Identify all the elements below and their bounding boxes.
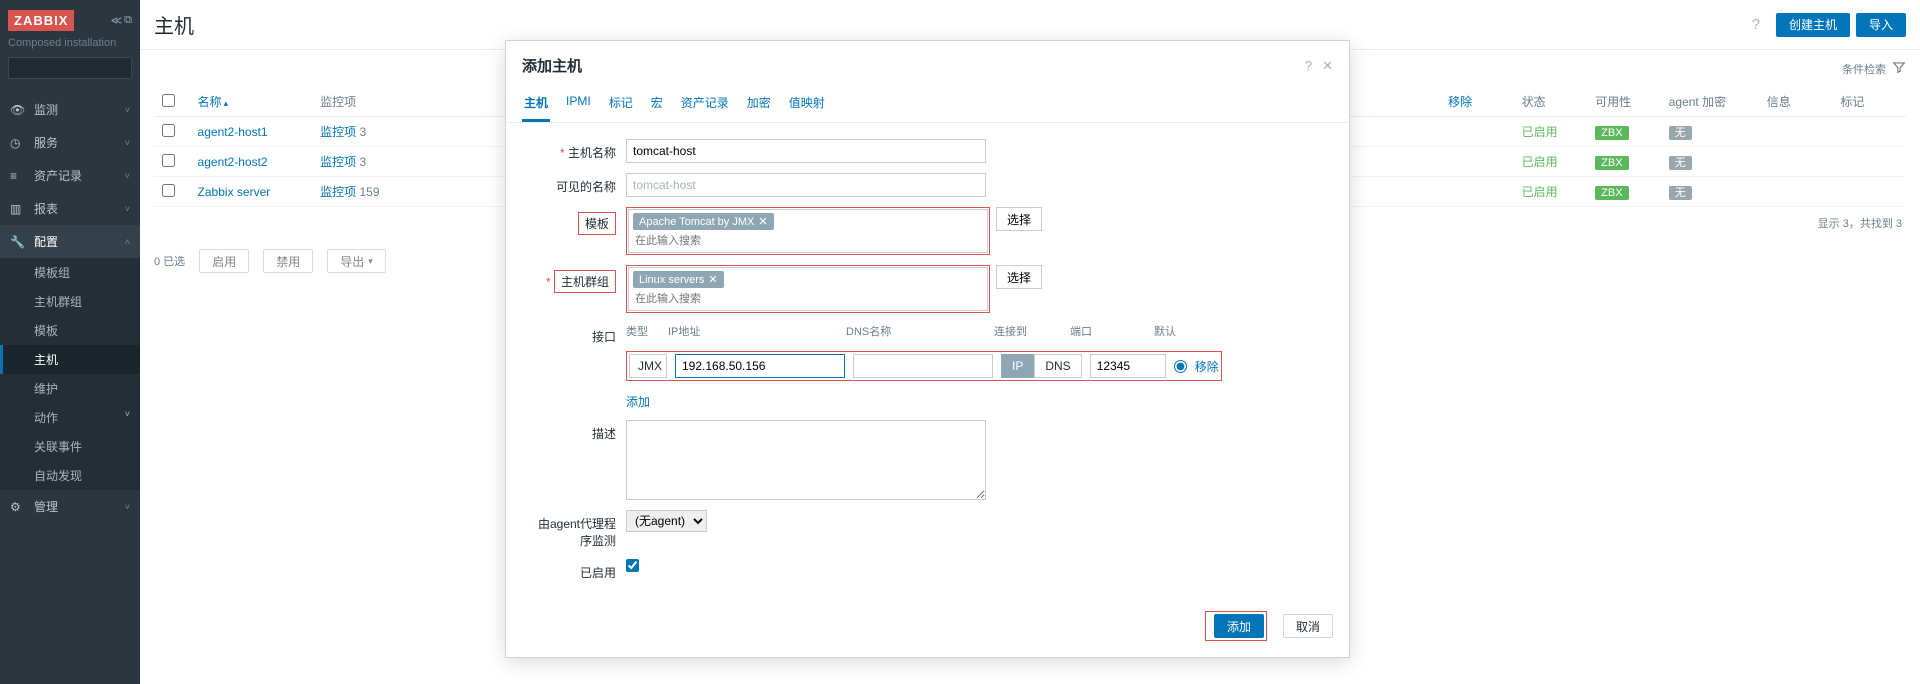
label-description: 描述 xyxy=(526,420,626,442)
chevron-icon: ˅ xyxy=(125,171,130,181)
chevron-icon: ˅ xyxy=(125,138,130,148)
sidebar-item-管理[interactable]: ⚙管理˅ xyxy=(0,490,140,523)
sidebar: ZABBIX ≪⧉ Composed installation 🔍 👁监测˅◷服… xyxy=(0,0,140,684)
sidebar-subitem-主机[interactable]: 主机 xyxy=(0,345,140,374)
select-template-button[interactable]: 选择 xyxy=(996,207,1042,231)
modal-title: 添加主机 xyxy=(522,55,582,76)
groups-search-input[interactable] xyxy=(633,291,983,307)
add-interface-link[interactable]: 添加 xyxy=(626,393,650,410)
modal-add-button[interactable]: 添加 xyxy=(1214,614,1264,638)
enabled-checkbox[interactable] xyxy=(626,559,639,572)
description-textarea[interactable] xyxy=(626,420,986,500)
visible-name-input[interactable] xyxy=(626,173,986,197)
template-tag: Apache Tomcat by JMX ✕ xyxy=(633,213,774,230)
tab-宏[interactable]: 宏 xyxy=(649,86,665,122)
sidebar-item-配置[interactable]: 🔧配置˄ xyxy=(0,225,140,258)
sidebar-subitem-维护[interactable]: 维护 xyxy=(0,374,140,403)
bar-icon: ▥ xyxy=(10,202,26,216)
modal-cancel-button[interactable]: 取消 xyxy=(1283,614,1333,638)
tab-加密[interactable]: 加密 xyxy=(745,86,773,122)
add-host-modal: 添加主机 ? ✕ 主机 IPMI 标记宏资产记录加密值映射 主机名称 可见的名称 xyxy=(505,40,1350,658)
remove-tag-icon[interactable]: ✕ xyxy=(758,215,767,228)
main-area: 主机 ? 创建主机 导入 条件检索 名称 监控项 移除 xyxy=(140,0,1920,684)
remove-tag-icon[interactable]: ✕ xyxy=(708,273,717,286)
label-enabled: 已启用 xyxy=(526,559,626,581)
chevron-icon: ˅ xyxy=(125,105,130,115)
iface-dns-input[interactable] xyxy=(853,354,993,378)
list-icon: ≡ xyxy=(10,169,26,183)
modal-help-icon[interactable]: ? xyxy=(1305,58,1312,73)
sidebar-search[interactable]: 🔍 xyxy=(8,57,132,79)
search-input[interactable] xyxy=(13,62,155,74)
collapse-sidebar[interactable]: ≪⧉ xyxy=(111,14,132,27)
connect-to-segment: IP DNS xyxy=(1001,354,1082,378)
sidebar-subitem-关联事件[interactable]: 关联事件 xyxy=(0,432,140,461)
select-group-button[interactable]: 选择 xyxy=(996,265,1042,289)
logo: ZABBIX xyxy=(8,10,74,31)
tab-资产记录[interactable]: 资产记录 xyxy=(679,86,731,122)
sidebar-item-服务[interactable]: ◷服务˅ xyxy=(0,126,140,159)
sidebar-item-监测[interactable]: 👁监测˅ xyxy=(0,93,140,126)
agent-proxy-select[interactable]: (无agent) xyxy=(626,510,707,532)
templates-tagbox[interactable]: Apache Tomcat by JMX ✕ xyxy=(628,209,988,253)
templates-search-input[interactable] xyxy=(633,233,983,249)
interface-row: JMX IP DNS 移除 xyxy=(629,354,1219,378)
chevron-icon: ˅ xyxy=(125,502,130,512)
connect-dns-button[interactable]: DNS xyxy=(1034,354,1081,378)
chevron-icon: ˅ xyxy=(125,204,130,214)
chevron-icon: ˄ xyxy=(125,237,130,247)
label-hostname: 主机名称 xyxy=(526,139,626,161)
install-subtitle: Composed installation xyxy=(8,37,132,49)
iface-ip-input[interactable] xyxy=(675,354,845,378)
modal-overlay: 添加主机 ? ✕ 主机 IPMI 标记宏资产记录加密值映射 主机名称 可见的名称 xyxy=(140,0,1920,684)
sidebar-subitem-模板[interactable]: 模板 xyxy=(0,316,140,345)
label-groups: 主机群组 xyxy=(526,265,626,293)
sidebar-subitem-自动发现[interactable]: 自动发现 xyxy=(0,461,140,490)
sidebar-item-报表[interactable]: ▥报表˅ xyxy=(0,192,140,225)
group-tag: Linux servers ✕ xyxy=(633,271,724,288)
iface-type: JMX xyxy=(629,354,667,378)
label-agent-proxy: 由agent代理程序监测 xyxy=(526,510,626,549)
tab-值映射[interactable]: 值映射 xyxy=(787,86,827,122)
iface-remove-link[interactable]: 移除 xyxy=(1195,358,1219,375)
sidebar-subitem-动作[interactable]: 动作˅ xyxy=(0,403,140,432)
close-icon[interactable]: ✕ xyxy=(1322,58,1333,74)
iface-default-radio[interactable] xyxy=(1174,360,1187,373)
connect-ip-button[interactable]: IP xyxy=(1001,354,1034,378)
sidebar-subitem-主机群组[interactable]: 主机群组 xyxy=(0,287,140,316)
tab-标记[interactable]: 标记 xyxy=(607,86,635,122)
clock-icon: ◷ xyxy=(10,136,26,150)
gear-icon: ⚙ xyxy=(10,500,26,514)
sidebar-subitem-模板组[interactable]: 模板组 xyxy=(0,258,140,287)
hostname-input[interactable] xyxy=(626,139,986,163)
label-visible-name: 可见的名称 xyxy=(526,173,626,195)
wrench-icon: 🔧 xyxy=(10,235,26,249)
sidebar-item-资产记录[interactable]: ≡资产记录˅ xyxy=(0,159,140,192)
tab-IPMI[interactable]: IPMI xyxy=(564,86,593,122)
label-interfaces: 接口 xyxy=(526,323,626,345)
tab-主机[interactable]: 主机 xyxy=(522,86,550,122)
label-templates: 模板 xyxy=(526,207,626,235)
groups-tagbox[interactable]: Linux servers ✕ xyxy=(628,267,988,311)
modal-tabs: 主机 IPMI 标记宏资产记录加密值映射 xyxy=(506,86,1349,123)
eye-icon: 👁 xyxy=(10,103,26,117)
iface-port-input[interactable] xyxy=(1090,354,1166,378)
